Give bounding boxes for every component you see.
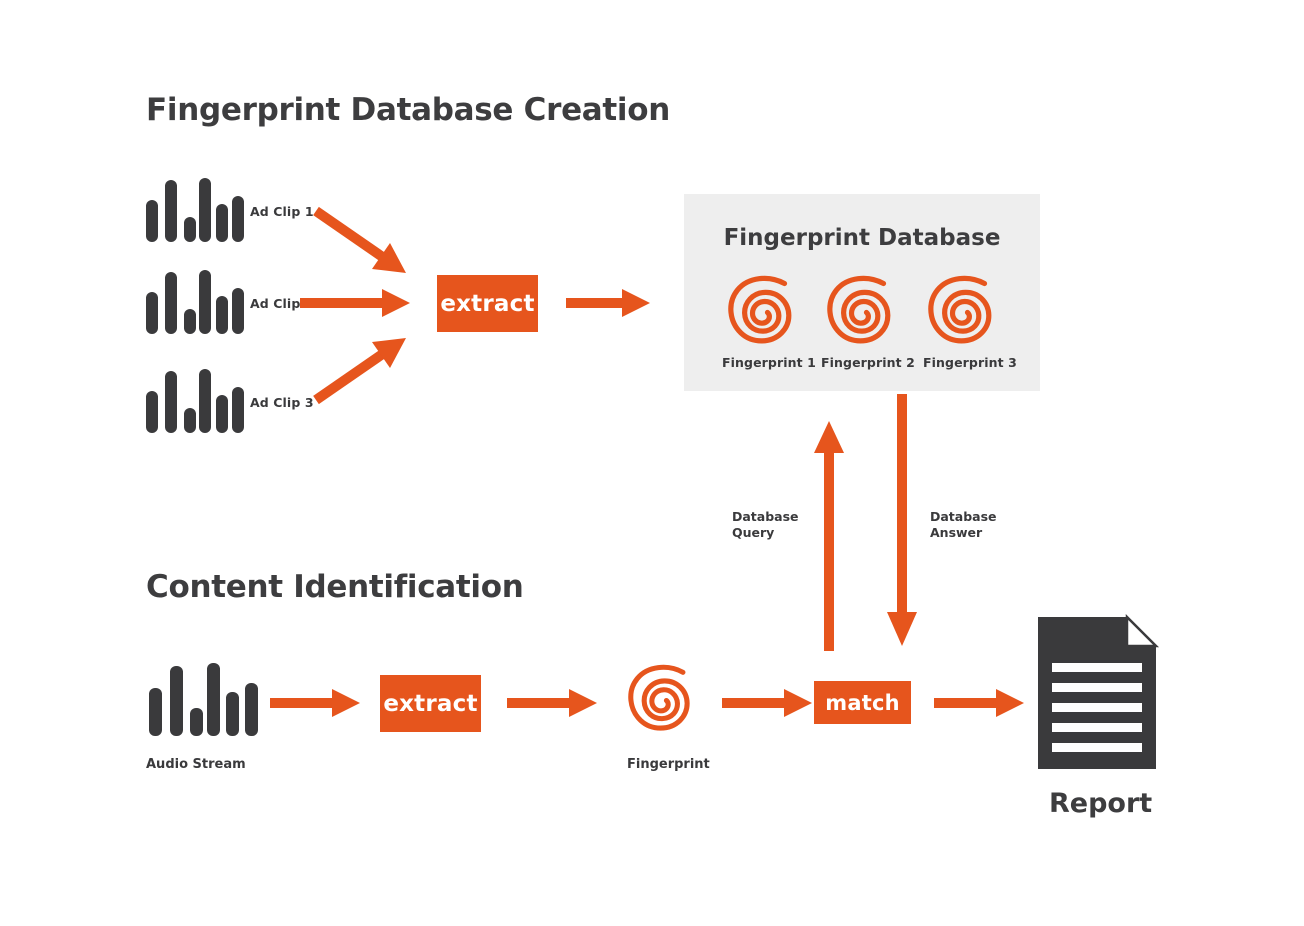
label-database-query-line2: Query [732,525,775,540]
label-ad-clip-3: Ad Clip 3 [250,395,314,410]
waveform-bar [165,371,177,433]
report-line [1052,743,1142,752]
waveform-bar [199,270,211,334]
audio-waveform-icon-ad-clip-1 [146,178,244,242]
waveform-bar [199,178,211,242]
label-report: Report [1049,788,1153,819]
arrow-adclip2-to-extract [300,289,410,317]
report-document-icon [1038,613,1160,769]
waveform-bar [170,666,183,736]
section-title-identification: Content Identification [146,569,524,605]
arrow-audiostream-to-extract [270,689,360,717]
label-database-answer: Database Answer [930,509,997,541]
waveform-bar [216,395,228,433]
diagram-canvas: Fingerprint Database Creation Ad Clip 1 … [0,0,1304,926]
waveform-bar [165,272,177,334]
report-line [1052,723,1142,732]
waveform-bar [146,200,158,242]
extract-box-identification[interactable]: extract [380,675,481,732]
report-line [1052,663,1142,672]
arrow-database-answer-down [887,394,917,646]
arrow-database-query-up [814,421,844,651]
extract-box-creation[interactable]: extract [437,275,538,332]
waveform-bar [207,663,220,736]
label-fingerprint-identification: Fingerprint [627,757,710,772]
label-database-answer-line2: Answer [930,525,983,540]
waveform-bar [199,369,211,433]
label-fingerprint-3: Fingerprint 3 [923,355,1017,370]
waveform-bar [146,292,158,334]
waveform-bar [216,296,228,334]
waveform-bar [232,196,244,242]
spiral-fingerprint-icon-2 [827,275,891,344]
arrow-adclip3-to-extract [313,338,406,405]
input-arrows-group [300,206,410,405]
waveform-bar [245,683,258,736]
arrow-adclip1-to-extract [313,206,406,273]
label-fingerprint-1: Fingerprint 1 [722,355,816,370]
fingerprint-database-title: Fingerprint Database [723,225,1001,251]
section-title-creation: Fingerprint Database Creation [146,92,671,128]
spiral-fingerprint-icon-identification [628,664,690,731]
waveform-bar [190,708,203,736]
audio-waveform-icon-audio-stream [149,663,258,736]
label-database-query-line1: Database [732,509,799,524]
audio-waveform-icon-ad-clip-3 [146,369,244,433]
waveform-bar [232,387,244,433]
match-box[interactable]: match [814,681,911,724]
label-fingerprint-2: Fingerprint 2 [821,355,915,370]
waveform-bar [184,309,196,334]
waveform-bar [226,692,239,736]
arrow-extract-to-database [566,289,650,317]
arrow-extract-to-fingerprint [507,689,597,717]
waveform-bar [184,408,196,433]
label-database-answer-line1: Database [930,509,997,524]
spiral-fingerprint-icon-1 [728,275,792,344]
waveform-bar [146,391,158,433]
arrow-fingerprint-to-match [722,689,812,717]
label-database-query: Database Query [732,509,799,541]
label-ad-clip-1: Ad Clip 1 [250,204,314,219]
report-line [1052,683,1142,692]
arrow-match-to-report [934,689,1024,717]
waveform-bar [232,288,244,334]
waveform-bar [216,204,228,242]
label-audio-stream: Audio Stream [146,757,246,772]
audio-waveform-icon-ad-clip-2 [146,270,244,334]
waveform-bar [184,217,196,242]
waveform-bar [149,688,162,736]
waveform-bar [165,180,177,242]
report-line [1052,703,1142,712]
spiral-fingerprint-icon-3 [928,275,992,344]
